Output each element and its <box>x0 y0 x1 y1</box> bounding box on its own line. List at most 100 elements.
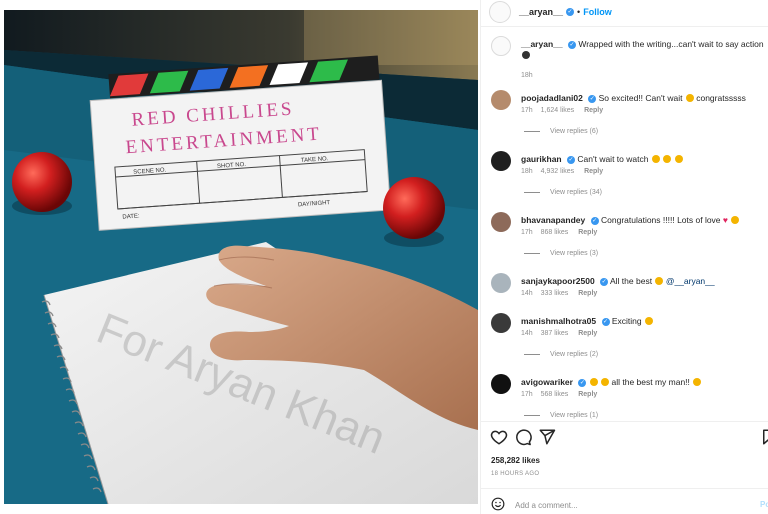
replies-line <box>524 253 540 254</box>
emoji-icon[interactable] <box>491 497 505 511</box>
heart-eyes-emoji-icon <box>674 155 683 163</box>
commenter-username[interactable]: gaurikhan <box>521 154 562 164</box>
reply-button[interactable]: Reply <box>578 391 597 398</box>
comment-meta: 17h 568 likes Reply <box>521 391 597 398</box>
comment-meta: 14h 387 likes Reply <box>521 330 597 337</box>
view-replies-label: View replies (2) <box>550 351 599 358</box>
comment-likes[interactable]: 568 likes <box>541 391 569 398</box>
comment-likes[interactable]: 387 likes <box>541 330 569 337</box>
action-bar <box>481 428 768 448</box>
instagram-post-view: RED CHILLIES ENTERTAINMENT SCENE NO. SHO… <box>0 0 768 514</box>
commenter-username[interactable]: manishmalhotra05 <box>521 316 596 326</box>
post-photo[interactable]: RED CHILLIES ENTERTAINMENT SCENE NO. SHO… <box>4 10 478 504</box>
photo-illustration: RED CHILLIES ENTERTAINMENT SCENE NO. SHO… <box>4 10 478 504</box>
reply-button[interactable]: Reply <box>578 330 597 337</box>
verified-badge-icon: ✓ <box>600 277 609 286</box>
view-replies-button[interactable]: View replies (2) <box>524 351 598 358</box>
reply-button[interactable]: Reply <box>584 107 603 114</box>
comment-time: 17h <box>521 107 533 114</box>
comment-icon[interactable] <box>514 428 532 446</box>
date-label: DATE: <box>122 213 140 220</box>
comments-list[interactable]: __aryan__ ✓ Wrapped with the writing...c… <box>481 32 768 420</box>
verified-badge-icon: ✓ <box>588 94 597 103</box>
reply-button[interactable]: Reply <box>584 168 603 175</box>
commenter-avatar[interactable] <box>491 90 511 110</box>
caption-avatar[interactable] <box>491 36 511 56</box>
commenter-avatar[interactable] <box>491 313 511 333</box>
comment-time: 17h <box>521 391 533 398</box>
replies-line <box>524 131 540 132</box>
clapper-emoji-icon <box>522 51 530 59</box>
comment-text: avigowariker ✓ all the best my man!! <box>521 377 767 388</box>
verified-badge-icon: ✓ <box>567 155 575 164</box>
view-replies-button[interactable]: View replies (3) <box>524 250 598 257</box>
clapperboard: RED CHILLIES ENTERTAINMENT SCENE NO. SHO… <box>89 55 392 231</box>
red-heart-icon: ♥ <box>722 215 728 225</box>
reply-button[interactable]: Reply <box>578 229 597 236</box>
post-side-panel: __aryan__ ✓ • Follow __aryan__ ✓ Wrapped… <box>480 0 768 514</box>
comment-time: 14h <box>521 290 533 297</box>
author-username[interactable]: __aryan__ <box>519 7 563 17</box>
commenter-username[interactable]: avigowariker <box>521 377 573 387</box>
comment-likes[interactable]: 868 likes <box>541 229 569 236</box>
follow-button[interactable]: Follow <box>583 7 612 17</box>
commenter-username[interactable]: sanjaykapoor2500 <box>521 276 595 286</box>
comment-likes[interactable]: 4,932 likes <box>541 168 574 175</box>
clap-emoji-icon <box>601 378 610 386</box>
verified-badge-icon: ✓ <box>601 317 610 326</box>
comment-item: bhavanapandey ✓ Congratulations !!!!! Lo… <box>491 212 768 268</box>
red-ball-left <box>12 152 72 212</box>
heart-eyes-emoji-icon <box>651 155 660 163</box>
commenter-avatar[interactable] <box>491 212 511 232</box>
hug-emoji-icon <box>655 277 664 285</box>
comment-item: manishmalhotra05 ✓ Exciting 14h 387 like… <box>491 313 768 369</box>
comment-item: avigowariker ✓ all the best my man!! 17h… <box>491 374 768 420</box>
replies-line <box>524 192 540 193</box>
author-avatar[interactable] <box>489 1 511 23</box>
comment-meta: 17h 868 likes Reply <box>521 229 597 236</box>
post-comment-button[interactable]: Po <box>760 500 768 509</box>
reply-button[interactable]: Reply <box>578 290 597 297</box>
comment-likes[interactable]: 1,624 likes <box>541 107 574 114</box>
verified-badge-icon: ✓ <box>566 8 575 16</box>
view-replies-button[interactable]: View replies (34) <box>524 189 602 196</box>
view-replies-button[interactable]: View replies (6) <box>524 128 598 135</box>
header-divider <box>481 26 768 27</box>
comment-body: Congratulations !!!!! Lots of love <box>601 215 721 225</box>
comment-box-divider <box>481 488 768 489</box>
commenter-avatar[interactable] <box>491 151 511 171</box>
replies-line <box>524 354 540 355</box>
verified-badge-icon: ✓ <box>578 378 587 387</box>
view-replies-label: View replies (3) <box>550 250 599 257</box>
comment-body: all the best my man!! <box>611 377 690 387</box>
caption-username[interactable]: __aryan__ <box>521 39 563 49</box>
comment-time: 17h <box>521 229 533 236</box>
comment-body: So excited!! Can't wait <box>598 93 683 103</box>
comment-meta: 18h 4,932 likes Reply <box>521 168 603 175</box>
view-replies-label: View replies (34) <box>550 189 603 196</box>
comment-likes[interactable]: 333 likes <box>541 290 569 297</box>
comment-body-2: congratsssss <box>696 93 746 103</box>
mention-link[interactable]: @__aryan__ <box>666 276 715 286</box>
commenter-avatar[interactable] <box>491 374 511 394</box>
commenter-username[interactable]: bhavanapandey <box>521 215 585 225</box>
actions-divider <box>481 421 768 422</box>
commenter-username[interactable]: poojadadlani02 <box>521 93 583 103</box>
heart-eyes-emoji-icon <box>663 155 672 163</box>
commenter-avatar[interactable] <box>491 273 511 293</box>
heart-eyes-emoji-icon <box>645 317 654 325</box>
comment-text: sanjaykapoor2500 ✓ All the best @__aryan… <box>521 276 767 287</box>
bookmark-icon[interactable] <box>760 428 768 446</box>
replies-line <box>524 415 540 416</box>
share-icon[interactable] <box>538 428 556 446</box>
heart-icon[interactable] <box>490 428 508 446</box>
add-comment-bar: Po <box>481 494 768 514</box>
hug-emoji-icon <box>731 216 740 224</box>
view-replies-label: View replies (6) <box>550 128 599 135</box>
comment-meta: 14h 333 likes Reply <box>521 290 597 297</box>
view-replies-button[interactable]: View replies (1) <box>524 412 598 419</box>
likes-count[interactable]: 258,282 likes <box>491 456 540 465</box>
comment-input[interactable] <box>515 498 745 512</box>
heart-eyes-emoji-icon <box>685 94 694 102</box>
post-time-ago: 18 HOURS AGO <box>491 471 540 477</box>
